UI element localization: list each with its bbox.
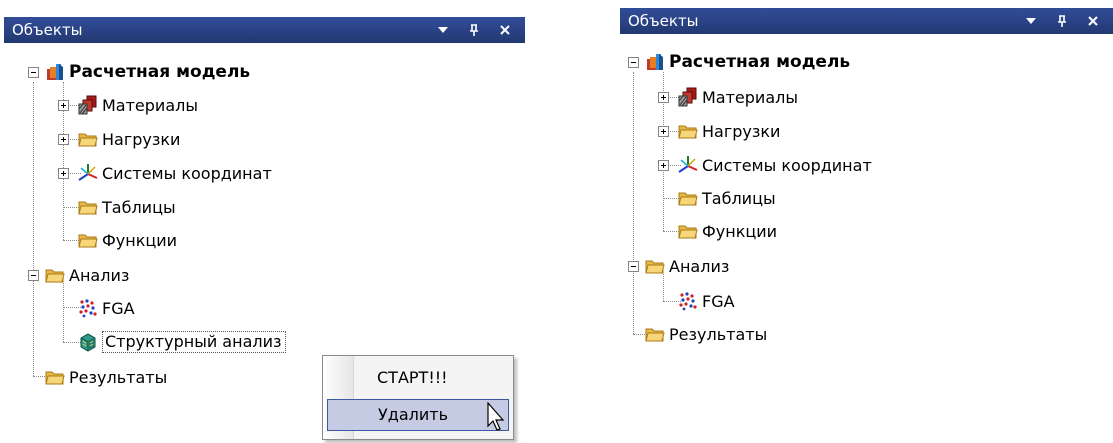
- expand-toggle-materials[interactable]: [658, 92, 669, 103]
- tree-node-label: Системы координат: [102, 163, 272, 183]
- tree-node-tables[interactable]: Таблицы: [78, 195, 176, 219]
- coordinate-axes-icon: [678, 155, 698, 175]
- collapse-toggle-analysis[interactable]: [628, 261, 639, 272]
- tree-node-functions[interactable]: Функции: [78, 228, 177, 252]
- tree-node-label: FGA: [702, 291, 735, 311]
- fga-icon: [78, 298, 98, 318]
- collapse-toggle-analysis[interactable]: [28, 270, 39, 281]
- tree-node-label: Системы координат: [702, 155, 872, 175]
- panel-titlebar: Объекты: [4, 17, 525, 43]
- tree-node-fga[interactable]: FGA: [678, 289, 735, 313]
- tree-node-label: Таблицы: [102, 197, 176, 217]
- expand-toggle-coords[interactable]: [658, 160, 669, 171]
- tree-node-label: Функции: [102, 230, 178, 250]
- panel-title: Объекты: [628, 12, 699, 30]
- close-icon[interactable]: [1085, 13, 1101, 29]
- folder-icon: [678, 121, 698, 141]
- folder-icon: [78, 230, 98, 250]
- panel-titlebar: Объекты: [620, 8, 1113, 34]
- tree-node-label: Результаты: [669, 324, 768, 344]
- tree-node-label: FGA: [102, 298, 135, 318]
- model-icon: [45, 62, 65, 82]
- tree-node-tables[interactable]: Таблицы: [678, 186, 776, 210]
- tree-node-results[interactable]: Результаты: [645, 322, 767, 346]
- tree-node-label: Нагрузки: [702, 121, 781, 141]
- tree-node-root[interactable]: Расчетная модель: [645, 50, 850, 74]
- menu-item-delete[interactable]: Удалить: [327, 399, 509, 431]
- folder-icon: [78, 129, 98, 149]
- folder-icon: [645, 324, 665, 344]
- folder-icon: [45, 265, 65, 285]
- fga-icon: [678, 291, 698, 311]
- expand-toggle-coords[interactable]: [58, 168, 69, 179]
- tree-node-label: Материалы: [702, 87, 798, 107]
- model-icon: [645, 52, 665, 72]
- tree-node-structural-analysis[interactable]: Структурный анализ: [78, 330, 286, 354]
- folder-icon: [645, 256, 665, 276]
- context-menu: СТАРТ!!! Удалить: [322, 355, 514, 440]
- tree-node-label: Анализ: [69, 265, 130, 285]
- chevron-down-icon[interactable]: [435, 22, 451, 38]
- mouse-cursor-icon: [487, 402, 505, 431]
- collapse-toggle-root[interactable]: [628, 57, 639, 68]
- tree-node-label: Расчетная модель: [669, 52, 851, 72]
- tree-node-coords[interactable]: Системы координат: [678, 153, 872, 177]
- folder-icon: [78, 197, 98, 217]
- tree-node-functions[interactable]: Функции: [678, 219, 777, 243]
- tree-node-analysis[interactable]: Анализ: [645, 254, 729, 278]
- objects-panel-right: Объекты Расчетная модель Материалы Нагру…: [612, 0, 1113, 443]
- folder-icon: [678, 221, 698, 241]
- folder-icon: [678, 188, 698, 208]
- chevron-down-icon[interactable]: [1023, 13, 1039, 29]
- expand-toggle-loads[interactable]: [658, 126, 669, 137]
- tree-node-materials[interactable]: Материалы: [678, 85, 798, 109]
- tree-node-results[interactable]: Результаты: [45, 365, 167, 389]
- tree-node-root[interactable]: Расчетная модель: [45, 60, 250, 84]
- pin-icon[interactable]: [1054, 13, 1070, 29]
- expand-toggle-loads[interactable]: [58, 134, 69, 145]
- tree-node-label: Результаты: [69, 367, 168, 387]
- tree-node-label: Функции: [702, 221, 778, 241]
- materials-icon: [78, 95, 98, 115]
- objects-panel-left: Объекты Расчетная модель Материалы Нагру…: [0, 0, 525, 443]
- tree-node-label: Таблицы: [702, 188, 776, 208]
- folder-icon: [45, 367, 65, 387]
- tree-node-coords[interactable]: Системы координат: [78, 161, 272, 185]
- tree-node-label: Расчетная модель: [69, 62, 251, 82]
- tree-node-loads[interactable]: Нагрузки: [78, 127, 180, 151]
- tree-node-label: Материалы: [102, 95, 198, 115]
- tree-node-fga[interactable]: FGA: [78, 296, 135, 320]
- coordinate-axes-icon: [78, 163, 98, 183]
- tree-node-analysis[interactable]: Анализ: [45, 263, 129, 287]
- tree-node-label: Нагрузки: [102, 129, 181, 149]
- structural-analysis-icon: [78, 332, 98, 352]
- close-icon[interactable]: [497, 22, 513, 38]
- panel-title: Объекты: [12, 21, 83, 39]
- tree-node-loads[interactable]: Нагрузки: [678, 119, 780, 143]
- tree-node-materials[interactable]: Материалы: [78, 93, 198, 117]
- tree-node-label: Анализ: [669, 256, 730, 276]
- menu-item-start[interactable]: СТАРТ!!!: [327, 362, 509, 394]
- expand-toggle-materials[interactable]: [58, 100, 69, 111]
- collapse-toggle-root[interactable]: [28, 67, 39, 78]
- pin-icon[interactable]: [466, 22, 482, 38]
- materials-icon: [678, 87, 698, 107]
- tree-node-label: Структурный анализ: [102, 331, 286, 353]
